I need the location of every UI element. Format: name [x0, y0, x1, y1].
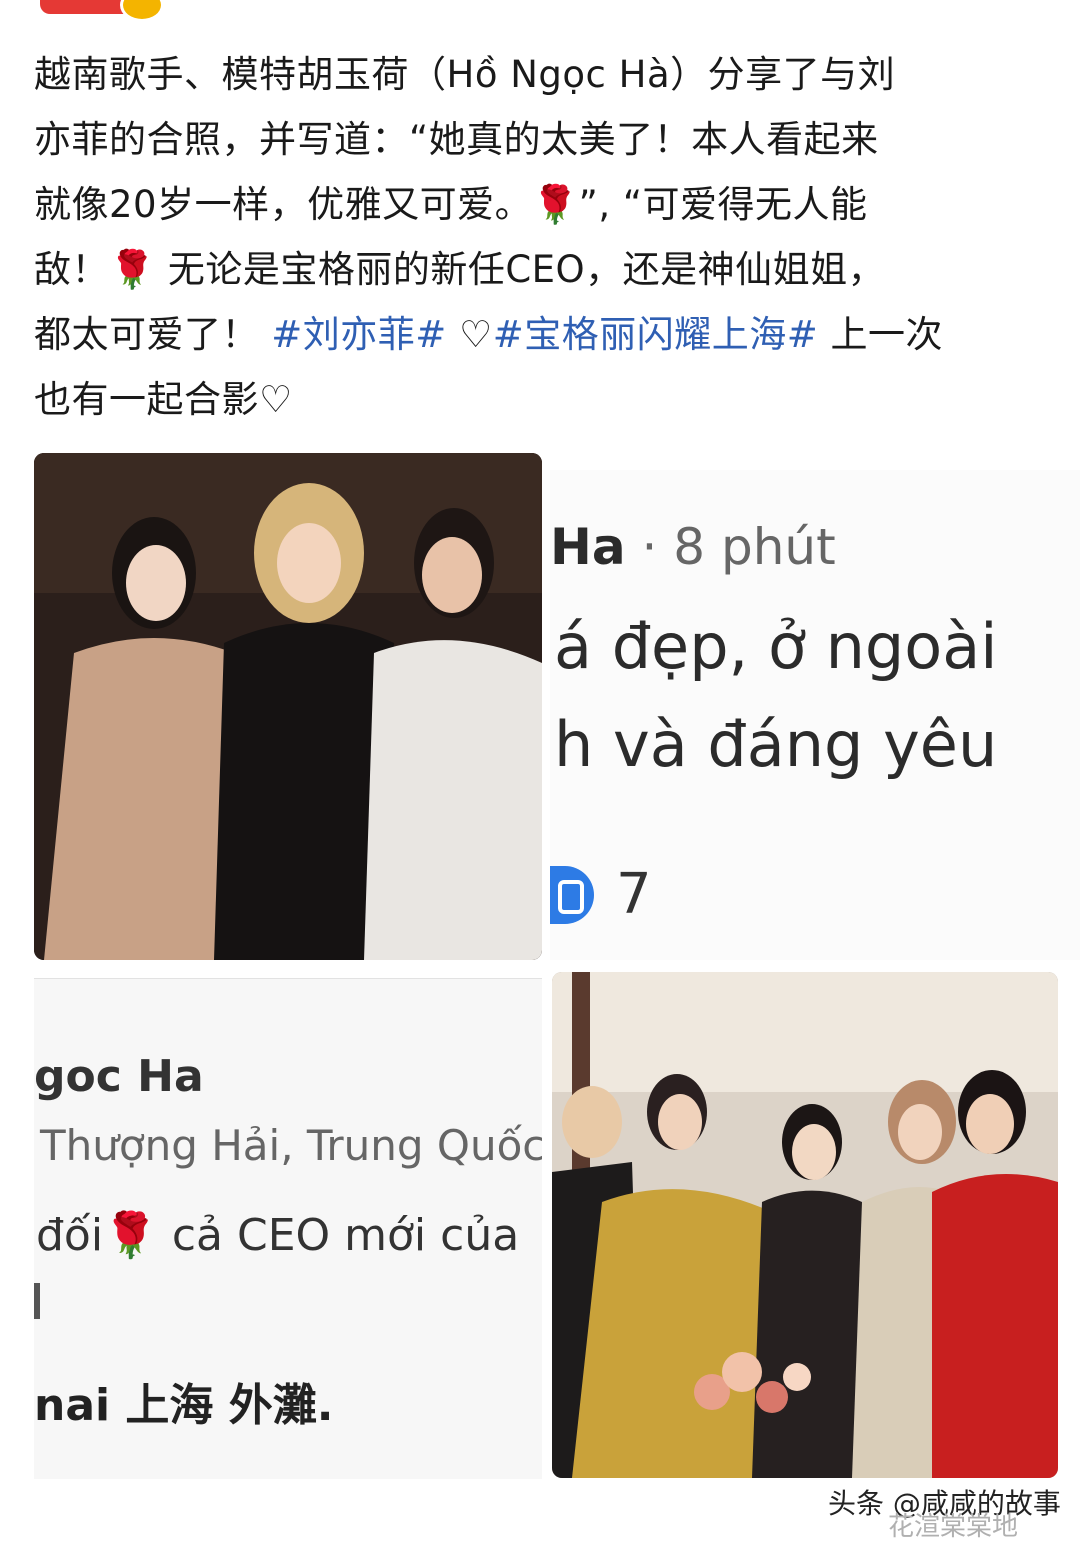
post-line-3a: 就像20岁一样，优雅又可爱。: [34, 183, 533, 226]
fb-post-text: đối🌹 cả CEO mới của: [36, 1210, 520, 1261]
fb-comment-line-1: á đẹp, ở ngoài: [554, 610, 998, 683]
fb-timestamp: · 8 phút: [625, 518, 836, 576]
photo-1-illustration: [34, 453, 542, 960]
watermark-ghost: 花渲棠棠地: [888, 1512, 1019, 1542]
like-count: 7: [616, 862, 652, 927]
post-line: 都太可爱了！ #刘亦菲# ♡#宝格丽闪耀上海# 上一次: [34, 302, 1044, 367]
post-line: 越南歌手、模特胡玉荷（Hồ Ngọc Hà）分享了与刘: [34, 42, 1044, 107]
fb-author-name[interactable]: goc Ha: [34, 1051, 204, 1102]
post-line: 亦菲的合照，并写道：“她真的太美了！本人看起来: [34, 107, 1044, 172]
thumbs-up-icon: [550, 865, 594, 924]
post-line-4a: 敌！: [34, 248, 109, 291]
post-line-1: 越南歌手、模特胡玉荷（Hồ Ngọc Hà）分享了与刘: [34, 53, 896, 96]
heart-icon: ♡: [446, 313, 493, 356]
rose-emoji-icon: 🌹: [532, 183, 579, 226]
post-line-6: 也有一起合影♡: [34, 378, 293, 421]
post-line: 敌！🌹 无论是宝格丽的新任CEO，还是神仙姐姐，: [34, 237, 1044, 302]
photo-2-illustration: [552, 972, 1058, 1478]
post-line-3b: ”, “可爱得无人能: [578, 183, 868, 226]
post-line: 也有一起合影♡: [34, 367, 1044, 432]
text-cursor-fragment: [34, 1283, 40, 1319]
rose-emoji-icon: 🌹: [109, 248, 156, 291]
hashtag-link[interactable]: #宝格丽闪耀上海#: [493, 313, 819, 356]
hashtag-link[interactable]: #刘亦菲#: [271, 313, 447, 356]
fb-location[interactable]: Thượng Hải, Trung Quốc: [40, 1121, 542, 1170]
post-line-2: 亦菲的合照，并写道：“她真的太美了！本人看起来: [34, 118, 879, 161]
post-line-5b: 上一次: [818, 313, 943, 356]
post-line-5a: 都太可爱了！: [34, 313, 259, 356]
watermark: 头条 @咸咸的故事 花渲棠棠地: [828, 1482, 1061, 1542]
post-line: 就像20岁一样，优雅又可爱。🌹”, “可爱得无人能: [34, 172, 1044, 237]
like-reaction[interactable]: 7: [550, 862, 652, 927]
fb-comment-card-top: Ha · 8 phút á đẹp, ở ngoài h và đáng yêu…: [550, 470, 1080, 960]
fb-name-text: Ha: [550, 518, 626, 576]
post-line-4b: 无论是宝格丽的新任CEO，还是神仙姐姐，: [155, 248, 886, 291]
fb-comment-line-2: h và đáng yêu: [554, 708, 998, 781]
fb-place-text: nai 上海 外灘.: [34, 1380, 334, 1431]
post-text: 越南歌手、模特胡玉荷（Hồ Ngọc Hà）分享了与刘 亦菲的合照，并写道：“她…: [34, 42, 1044, 432]
fb-post-card-bottom: goc Ha Thượng Hải, Trung Quốc đối🌹 cả CE…: [34, 978, 542, 1479]
group-photo-2[interactable]: [552, 972, 1058, 1478]
verified-badge-icon: [120, 0, 164, 22]
fb-author-name[interactable]: Ha · 8 phút: [550, 518, 836, 576]
group-photo-1[interactable]: [34, 453, 542, 960]
